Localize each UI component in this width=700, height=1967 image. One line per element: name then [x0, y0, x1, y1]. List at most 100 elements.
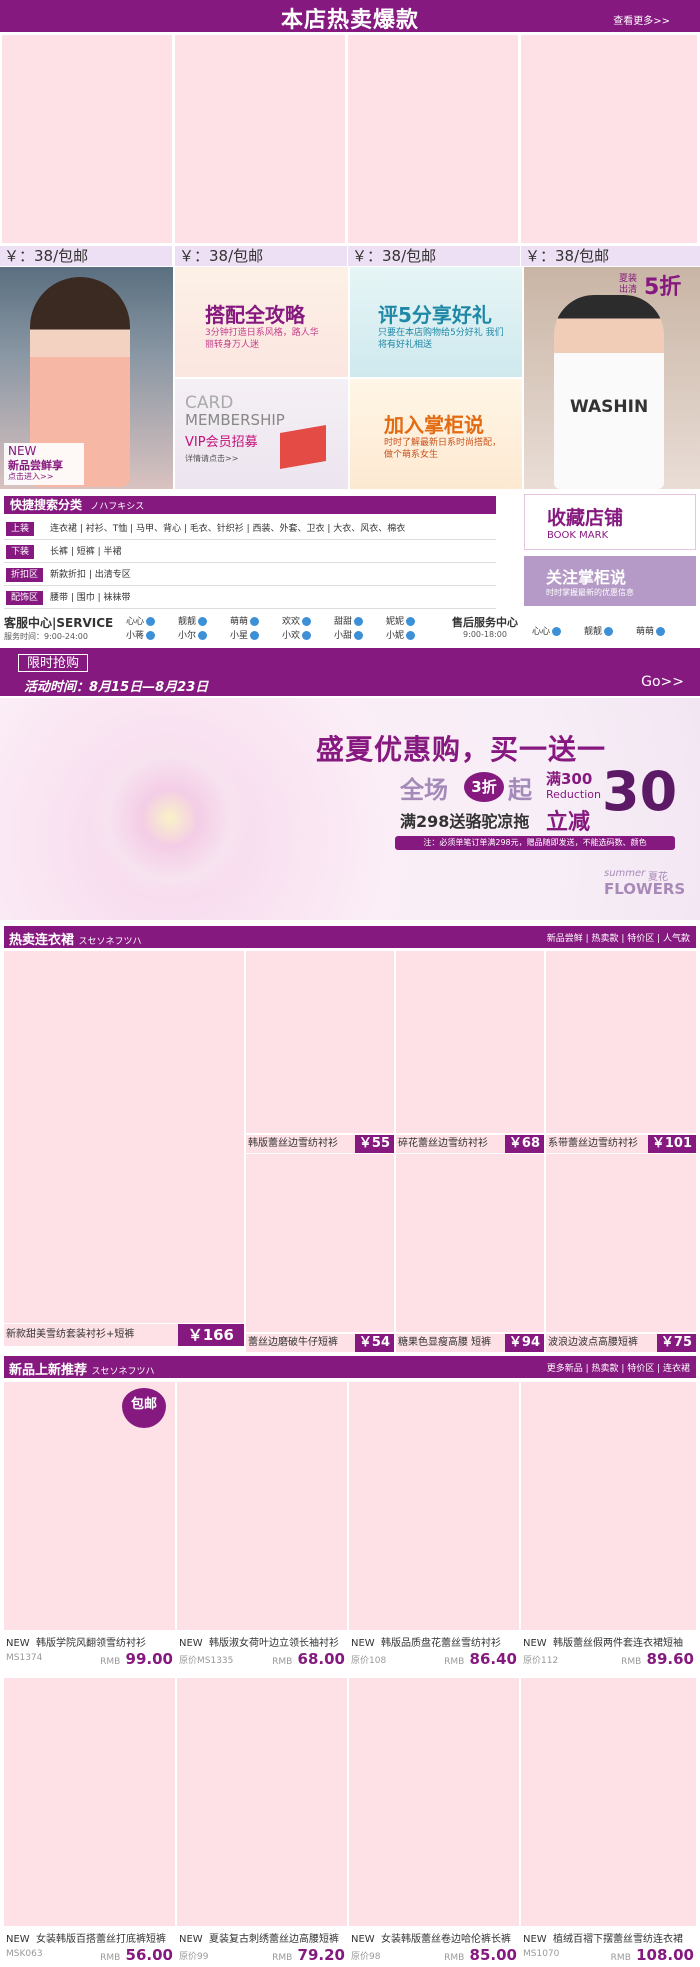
agent[interactable]: 小星	[230, 628, 282, 641]
agent[interactable]: 妮妮	[386, 614, 426, 627]
vip-membership-promo[interactable]: CARD MEMBERSHIP VIP会员招募 详情请点击>>	[175, 379, 348, 489]
new-caption-8[interactable]: NEW 植绒百褶下摆蕾丝雪纺连衣裙 MS1070 RMB 108.00	[521, 1928, 696, 1964]
new-arrivals-header: 新品上新推荐 スセソネフツハ 更多新品 | 热卖款 | 特价区 | 连衣裙	[4, 1356, 696, 1378]
agent[interactable]: 小尔	[178, 628, 230, 641]
new-arrivals-links[interactable]: 更多新品 | 热卖款 | 特价区 | 连衣裙	[547, 1361, 690, 1374]
new-product-5[interactable]	[4, 1678, 175, 1926]
dress-caption-2[interactable]: 韩版蕾丝边雪纺衬衫 ￥55	[246, 1135, 394, 1153]
summer-banner[interactable]: 盛夏优惠购，买一送一 全场 3折 起 满300 Reduction 30 满29…	[0, 698, 700, 920]
dress-product-2[interactable]	[246, 951, 394, 1133]
agent[interactable]: 小甜	[334, 628, 386, 641]
dress-product-1[interactable]	[4, 951, 244, 1323]
new-caption-4[interactable]: NEW 韩版蕾丝假两件套连衣裙短袖 原价112 RMB 89.60	[521, 1632, 696, 1668]
links-tops[interactable]: 连衣裙 | 衬衫、T恤 | 马甲、背心 | 毛衣、针织衫 | 西装、外套、卫衣 …	[50, 518, 405, 540]
agent[interactable]: 甜甜	[334, 614, 386, 627]
quick-row-discount: 折扣区 新款折扣 | 出清专区	[4, 564, 496, 586]
agents-row-2: 小蒋 小尔 小星 小欢 小甜 小妮	[126, 628, 426, 641]
follow-box[interactable]: 关注掌柜说 时时掌握最新的优惠信息	[524, 556, 696, 606]
dress-name: 新款甜美雪纺套装衬衫+短裤	[6, 1329, 135, 1340]
new-product-7[interactable]	[349, 1678, 519, 1926]
dress-name: 系带蕾丝边雪纺衬衫	[548, 1138, 638, 1149]
dress-caption-6[interactable]: 糖果色显瘦高腰 短裤 ￥94	[396, 1334, 544, 1352]
banner-all-store: 全场	[400, 776, 448, 804]
view-more-link[interactable]: 查看更多>>	[613, 12, 670, 27]
hot-product-3[interactable]	[348, 35, 518, 243]
tag-bottoms[interactable]: 下装	[6, 545, 35, 559]
new-product-2[interactable]	[177, 1382, 347, 1630]
new-product-4[interactable]	[521, 1382, 696, 1630]
dress-caption-4[interactable]: 系带蕾丝边雪纺衬衫 ￥101	[546, 1135, 696, 1153]
flash-go[interactable]: Go>>	[641, 674, 684, 690]
new-arrival-promo[interactable]: NEW 新品尝鲜享 点击进入>>	[0, 267, 173, 489]
new-code: MS1070	[523, 1949, 560, 1959]
dress-product-5[interactable]	[246, 1154, 394, 1332]
links-bottoms[interactable]: 长裤 | 短裤 | 半裙	[50, 541, 122, 563]
new-caption-7[interactable]: NEW 女装韩版蕾丝卷边哈伦裤长裤 原价98 RMB 85.00	[349, 1928, 519, 1964]
chat-icon	[146, 631, 156, 640]
agent[interactable]: 心心	[532, 624, 584, 637]
new-caption-3[interactable]: NEW 韩版品质盘花蕾丝雪纺衬衫 原价108 RMB 86.40	[349, 1632, 519, 1668]
dress-caption-5[interactable]: 蕾丝边磨破牛仔短裤 ￥54	[246, 1334, 394, 1352]
new-caption-2[interactable]: NEW 韩版淑女荷叶边立领长袖衬衫 原价MS1335 RMB 68.00	[177, 1632, 347, 1668]
banner-qi: 起	[508, 776, 532, 804]
chat-icon	[198, 631, 208, 640]
chat-icon	[604, 627, 614, 636]
new-caption-5[interactable]: NEW 女装韩版百搭蕾丝打底裤短裤 MSK063 RMB 56.00	[4, 1928, 175, 1964]
quick-row-bottoms: 下装 长裤 | 短裤 | 半裙	[4, 541, 496, 563]
new-price: RMB 56.00	[100, 1946, 173, 1964]
dress-product-3[interactable]	[396, 951, 544, 1133]
new-price: RMB 68.00	[272, 1650, 345, 1668]
new-caption-1[interactable]: NEW 韩版学院风翻领雪纺衬衫 MS1374 RMB 99.00	[4, 1632, 175, 1668]
links-accessories[interactable]: 腰带 | 围巾 | 袜袜带	[50, 587, 131, 609]
banner-discount: 3折	[464, 772, 504, 802]
hot-product-2[interactable]	[175, 35, 345, 243]
banner-reduction: Reduction	[546, 788, 601, 801]
new-enter-link[interactable]: 点击进入>>	[8, 471, 53, 482]
summer-sale-promo[interactable]: WASHIN 夏装 出清 5折	[524, 267, 700, 489]
join-title: 加入掌柜说	[384, 413, 484, 437]
dress-product-6[interactable]	[396, 1154, 544, 1332]
agent[interactable]: 小妮	[386, 628, 426, 641]
new-price: RMB 108.00	[610, 1946, 694, 1964]
banner-flowers: FLOWERS	[604, 880, 686, 898]
agent[interactable]: 小欢	[282, 628, 334, 641]
tag-discount[interactable]: 折扣区	[6, 568, 44, 582]
review-gift-promo[interactable]: 评5分享好礼 只要在本店购物给5分好礼 我们将有好礼相送	[350, 267, 522, 377]
chat-icon	[146, 617, 156, 626]
agent[interactable]: 靓靓	[178, 614, 230, 627]
agent[interactable]: 萌萌	[636, 624, 688, 637]
new-product-6[interactable]	[177, 1678, 347, 1926]
dress-caption-1[interactable]: 新款甜美雪纺套装衬衫+短裤 ￥166	[4, 1324, 244, 1346]
new-caption-6[interactable]: NEW 夏装复古刺绣蕾丝边高腰短裤 原价99 RMB 79.20	[177, 1928, 347, 1964]
agent[interactable]: 欢欢	[282, 614, 334, 627]
outfit-guide-promo[interactable]: 搭配全攻略 3分钟打造日系风格，路人华丽转身万人迷	[175, 267, 348, 377]
bookmark-title: 收藏店铺	[547, 507, 624, 529]
chat-icon	[250, 631, 260, 640]
agent[interactable]: 萌萌	[230, 614, 282, 627]
card-detail[interactable]: 详情请点击>>	[185, 453, 238, 464]
tag-accessories[interactable]: 配饰区	[6, 591, 44, 605]
dress-caption-7[interactable]: 波浪边波点高腰短裤 ￥75	[546, 1334, 696, 1352]
follow-sub: 时时掌握最新的优惠信息	[546, 588, 634, 597]
new-product-8[interactable]	[521, 1678, 696, 1926]
new-product-3[interactable]	[349, 1382, 519, 1630]
agent[interactable]: 靓靓	[584, 624, 636, 637]
banner-full300: 满300	[546, 770, 593, 788]
chat-icon	[406, 617, 416, 626]
dresses-links[interactable]: 新品尝鲜 | 热卖款 | 特价区 | 人气款	[547, 931, 690, 944]
dress-product-4[interactable]	[546, 951, 696, 1133]
links-discount[interactable]: 新款折扣 | 出清专区	[50, 564, 131, 586]
join-shopkeeper-promo[interactable]: 加入掌柜说 时时了解最新日系时尚搭配，做个萌系女生	[350, 379, 522, 489]
hot-title: 本店热卖爆款	[280, 8, 419, 33]
agent[interactable]: 心心	[126, 614, 178, 627]
bookmark-sub: BOOK MARK	[547, 530, 609, 541]
bookmark-store-box[interactable]: 收藏店铺 BOOK MARK	[524, 494, 696, 550]
dress-caption-3[interactable]: 碎花蕾丝边雪纺衬衫 ￥68	[396, 1135, 544, 1153]
agent[interactable]: 小蒋	[126, 628, 178, 641]
dress-product-7[interactable]	[546, 1154, 696, 1332]
hot-product-1[interactable]	[2, 35, 172, 243]
hot-header: 本店热卖爆款 查看更多>>	[0, 0, 700, 33]
new-name: NEW 女装韩版蕾丝卷边哈伦裤长裤	[351, 1934, 512, 1945]
tag-tops[interactable]: 上装	[6, 522, 35, 536]
hot-product-4[interactable]	[521, 35, 697, 243]
